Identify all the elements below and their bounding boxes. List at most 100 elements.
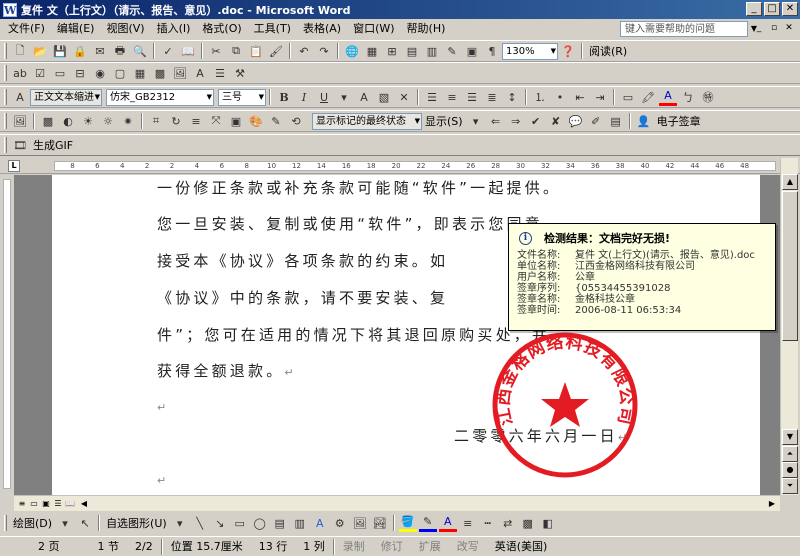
reading-view-icon[interactable]: 📖 bbox=[64, 497, 76, 510]
esign-icon[interactable]: 👤 bbox=[635, 112, 653, 130]
form-frame-icon[interactable]: ▢ bbox=[111, 64, 129, 82]
next-change-icon[interactable]: ⇒ bbox=[507, 112, 525, 130]
rotate-icon[interactable]: ↻ bbox=[167, 112, 185, 130]
bold-button[interactable]: B bbox=[275, 88, 293, 106]
menu-table[interactable]: 表格(A) bbox=[297, 19, 347, 39]
line-weight-icon[interactable]: ≡ bbox=[459, 514, 477, 532]
print-preview-icon[interactable]: 🔍 bbox=[131, 42, 149, 60]
toolbar-grip[interactable] bbox=[4, 137, 7, 153]
reviewing-pane-icon[interactable]: ▤ bbox=[607, 112, 625, 130]
show-markup-button[interactable]: 显示(S) bbox=[422, 113, 466, 129]
scroll-down-icon[interactable]: ▼ bbox=[782, 429, 798, 445]
doc-line-4[interactable]: 《协议》中的条款，请不要安装、复 bbox=[157, 287, 448, 308]
image-control-icon[interactable]: ◐ bbox=[59, 112, 77, 130]
word-app-icon[interactable]: W bbox=[3, 2, 17, 17]
styles-pane-icon[interactable]: A bbox=[11, 88, 29, 106]
font-color-button[interactable]: A bbox=[659, 88, 677, 106]
clipart-icon[interactable]: 🖼 bbox=[351, 514, 369, 532]
generate-gif-button[interactable]: 生成GIF bbox=[30, 137, 76, 153]
italic-button[interactable]: I bbox=[295, 88, 313, 106]
insert-excel-icon[interactable]: ▤ bbox=[403, 42, 421, 60]
gif-icon[interactable]: 🎞 bbox=[11, 136, 29, 154]
dash-style-icon[interactable]: ┅ bbox=[479, 514, 497, 532]
rectangle-tool-icon[interactable]: ▭ bbox=[231, 514, 249, 532]
3d-style-icon[interactable]: ◧ bbox=[539, 514, 557, 532]
reset-picture-icon[interactable]: ⟲ bbox=[287, 112, 305, 130]
picture-icon[interactable]: 🖼 bbox=[11, 112, 29, 130]
line-spacing-icon[interactable]: ↕ bbox=[503, 88, 521, 106]
status-track-changes[interactable]: 修订 bbox=[373, 539, 411, 555]
accept-change-icon[interactable]: ✔ bbox=[527, 112, 545, 130]
align-center-icon[interactable]: ≡ bbox=[443, 88, 461, 106]
track-changes-icon[interactable]: ✐ bbox=[587, 112, 605, 130]
transparent-color-icon[interactable]: ✎ bbox=[267, 112, 285, 130]
shading-char-icon[interactable]: ▧ bbox=[375, 88, 393, 106]
paste-icon[interactable]: 📋 bbox=[247, 42, 265, 60]
scroll-thumb[interactable] bbox=[782, 191, 798, 341]
compress-icon[interactable]: ⤧ bbox=[207, 112, 225, 130]
menu-tools[interactable]: 工具(T) bbox=[248, 19, 297, 39]
maximize-button[interactable]: □ bbox=[764, 2, 780, 16]
format-painter-icon[interactable]: 🖌 bbox=[267, 42, 285, 60]
redo-icon[interactable]: ↷ bbox=[315, 42, 333, 60]
justify-icon[interactable]: ≣ bbox=[483, 88, 501, 106]
menu-window[interactable]: 窗口(W) bbox=[347, 19, 400, 39]
zoom-select[interactable]: 130% ▼ bbox=[502, 42, 558, 60]
previous-page-icon[interactable]: ⏶ bbox=[782, 446, 798, 462]
scroll-right-icon[interactable]: ▶ bbox=[766, 497, 778, 510]
form-list-icon[interactable]: ☰ bbox=[211, 64, 229, 82]
form-tools-icon[interactable]: ⚒ bbox=[231, 64, 249, 82]
decrease-indent-icon[interactable]: ⇤ bbox=[571, 88, 589, 106]
menu-format[interactable]: 格式(O) bbox=[196, 19, 247, 39]
outside-border-icon[interactable]: ▭ bbox=[619, 88, 637, 106]
markup-state-select[interactable]: 显示标记的最终状态 ▼ bbox=[312, 112, 422, 130]
show-dropdown-icon[interactable]: ▾ bbox=[467, 112, 485, 130]
fill-color-icon[interactable]: 🪣 bbox=[398, 514, 417, 532]
doc-line-3[interactable]: 接受本《协议》各项条款的约束。如 bbox=[157, 250, 448, 271]
menu-file[interactable]: 文件(F) bbox=[2, 19, 51, 39]
research-icon[interactable]: 📖 bbox=[179, 42, 197, 60]
form-table-icon[interactable]: ▦ bbox=[131, 64, 149, 82]
font-select[interactable]: 仿宋_GB2312 ▼ bbox=[106, 88, 214, 106]
next-page-icon[interactable]: ⏷ bbox=[782, 478, 798, 494]
minimize-button[interactable]: _ bbox=[746, 2, 762, 16]
normal-view-icon[interactable]: ≡ bbox=[16, 497, 28, 510]
toolbar-grip[interactable] bbox=[4, 43, 7, 59]
crop-icon[interactable]: ⌗ bbox=[147, 112, 165, 130]
doc-line-2[interactable]: 您一旦安装、复制或使用“软件”，即表示您同意 bbox=[157, 213, 543, 234]
doc-line-1[interactable]: 一份修正条款或补充条款可能随“软件”一起提供。 bbox=[157, 177, 561, 198]
browse-object-icon[interactable]: ● bbox=[782, 462, 798, 478]
draw-font-color-icon[interactable]: A bbox=[438, 514, 457, 532]
print-view-icon[interactable]: ▣ bbox=[40, 497, 52, 510]
tables-borders-icon[interactable]: ▦ bbox=[363, 42, 381, 60]
close-button[interactable]: ✕ bbox=[782, 2, 798, 16]
less-contrast-icon[interactable]: ☼ bbox=[99, 112, 117, 130]
insert-picture-icon[interactable]: 🏞 bbox=[371, 514, 389, 532]
save-icon[interactable]: 💾 bbox=[51, 42, 69, 60]
form-text-field-icon[interactable]: ab bbox=[11, 64, 29, 82]
toolbar-grip[interactable] bbox=[4, 113, 7, 129]
draw-menu-button[interactable]: 绘图(D) bbox=[10, 515, 55, 531]
drawing-icon[interactable]: ✎ bbox=[443, 42, 461, 60]
enclose-char-icon[interactable]: ㊕ bbox=[699, 88, 717, 106]
form-checkbox-icon[interactable]: ☑ bbox=[31, 64, 49, 82]
previous-change-icon[interactable]: ⇐ bbox=[487, 112, 505, 130]
hyperlink-icon[interactable]: 🌐 bbox=[343, 42, 361, 60]
copy-icon[interactable]: ⧉ bbox=[227, 42, 245, 60]
reject-change-icon[interactable]: ✘ bbox=[547, 112, 565, 130]
phonetic-guide-icon[interactable]: ㄅ bbox=[679, 88, 697, 106]
format-picture-icon[interactable]: 🎨 bbox=[247, 112, 265, 130]
print-icon[interactable]: 🖶 bbox=[111, 42, 129, 60]
help-search-input[interactable]: 键入需要帮助的问题 bbox=[620, 21, 748, 37]
font-size-select[interactable]: 三号 ▼ bbox=[218, 88, 266, 106]
company-seal[interactable]: 江西金格网络科技有限公司 bbox=[490, 330, 640, 480]
verify-result-popup[interactable]: i 检测结果：文档完好无损! 文件名称: 复件 文(上行文)(请示、报告、意见).… bbox=[508, 223, 776, 331]
status-extend[interactable]: 扩展 bbox=[411, 539, 449, 555]
form-radio-icon[interactable]: ◉ bbox=[91, 64, 109, 82]
columns-icon[interactable]: ▥ bbox=[423, 42, 441, 60]
align-right-icon[interactable]: ☰ bbox=[463, 88, 481, 106]
web-view-icon[interactable]: ▭ bbox=[28, 497, 40, 510]
spelling-icon[interactable]: ✓ bbox=[159, 42, 177, 60]
email-icon[interactable]: ✉ bbox=[91, 42, 109, 60]
signature-image-icon[interactable]: ▩ bbox=[39, 112, 57, 130]
